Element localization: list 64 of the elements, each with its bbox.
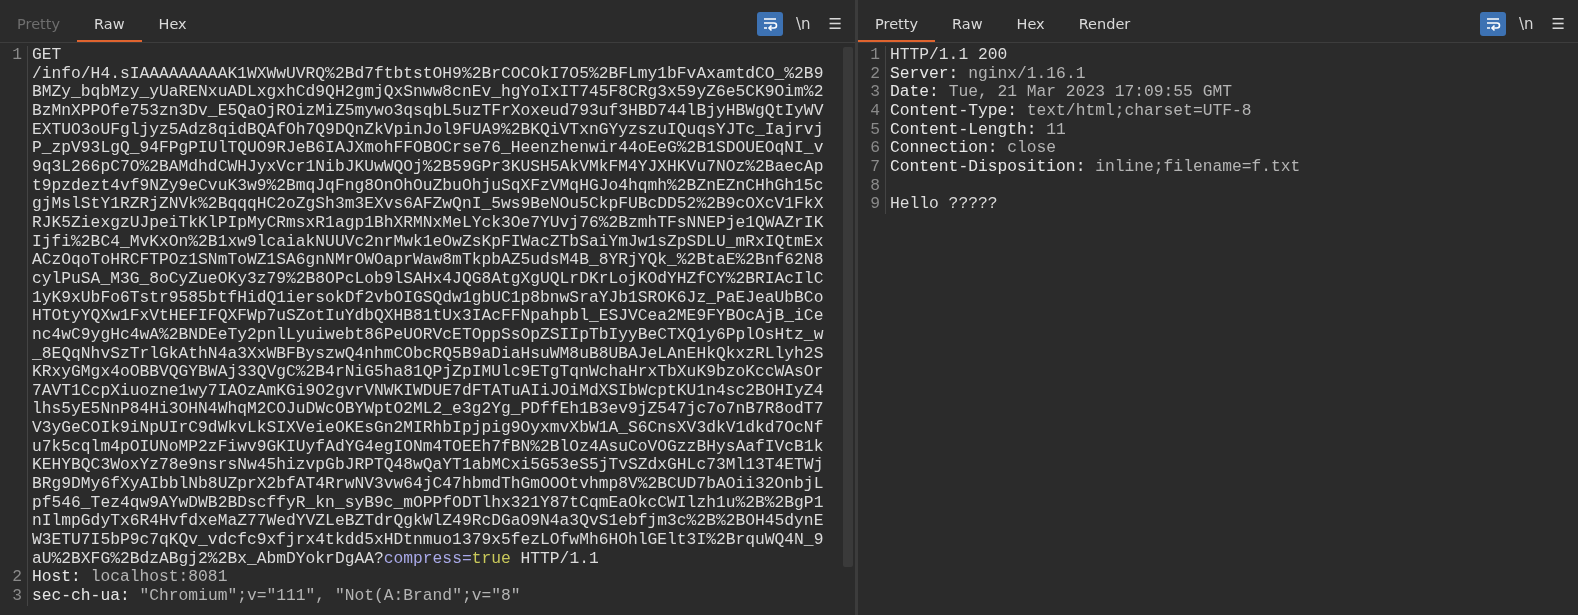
line-number: 6 (869, 139, 880, 158)
wrap-lines-button[interactable] (757, 12, 783, 36)
code-line: HTOtyYQXw1FxVtHEFIFQXFWp7uSZotIuYdbQXHB81tUx3IAcFFNpahpbl_ESJVCea2ME9FYBOcAjB_iCe (32, 307, 824, 326)
toolbar-button[interactable]: \n (1514, 12, 1539, 36)
code-line: BzMnXPPOfe753zn3Dv_E5QaOjROizMiZ5mywo3qsqbL5uzTFrXoxeud793uf3HBD744lBjyHBWgQtIyWV (32, 101, 824, 121)
code-line: HTTP/1.1 200 (890, 46, 1008, 65)
code-line: Hello ????? (890, 195, 998, 214)
line-number: 9 (869, 195, 880, 214)
code-line: _8EQqNhvSzTrlGkAthN4a3XxWBFByszwQ4nhmCObcRQ5B9aDiaHsuWM8uB8UBAJeLAnEHkQkxzRLlyh2S (32, 344, 824, 364)
line-number: 4 (869, 101, 880, 121)
code-line: ACzOqoToHRCFTPOz1SNmToWZ1SA6gnNMrOWOaprWaw8mTkpbAZ5udsM4B_8YRjYQk_%2BtaE%2Bnf62N8 (32, 251, 824, 270)
code-line: Content-Length: 11 (890, 120, 1066, 140)
line-number: 3 (869, 83, 880, 102)
wrap-lines-button[interactable] (1480, 12, 1506, 36)
line-number: 7 (869, 157, 880, 177)
code-line: cylPuSA_M3G_8oCyZueOKy3z79%2B8OPcLob9lSAHx4JQG8AtgXgUQLrDKrLojKOdYHZfCY%2BRIAcIlC (32, 269, 824, 289)
code-line: nIlmpGdyTx6R4HvfdxeMaZ77WedYVZLeBZTdrQgkWlZ49RcDGaO9N4a3QvS1ebfjm3c%2B%2BOH45dynE (32, 512, 824, 532)
tab[interactable]: Render (1061, 10, 1148, 42)
toolbar-button[interactable]: \n (791, 12, 816, 36)
code-line: nc4wC9ygHc4wA%2BNDEeTy2pnlLyuiwebt86PeUORVcETOppSsOpZSIIpTbIyyBeCTXQ1y6PplOsHtz_w (32, 325, 824, 345)
code-line: pf546_Tez4qw9AYwDWB2BDscffyR_kn_syB9c_mOPPfODTlhx321Y87tCqmEaOkcCWIlzh1u%2B%2BgP1 (32, 493, 824, 513)
tab[interactable]: Raw (77, 10, 142, 42)
code-line: Server: nginx/1.16.1 (890, 64, 1086, 84)
wrap-lines-icon (1485, 16, 1501, 32)
code-line: aU%2BXFG%2BdzABgj2%2Bx_AbmDYokrDgAA?compress=true HTTP/1.1 (32, 549, 600, 569)
code-line: KRxyGMgx4oOBBVQGYBWAj33QVgC%2B4rNiG5ha81QPjZpIMUlc9ETgTqnWchaHrxTbXuK9bzoKccWAsOr (32, 363, 824, 382)
code-line: 9q3L266pC7O%2BAMdhdCWHJyxVcr1NibJKUwWQOj%2B59GPr3KUSH5AkVMkFM4YJXHKVu7NOz%2BaecAp (32, 157, 824, 177)
code-line: u7k5cqlm4pOIUNoMP2zFiwv9GKIUyfAdYG4egIONm4TOEEh7fBN%2BlOz4AsuCoVOGzzBHysAafIVcB1k (32, 437, 824, 457)
code-line: sec-ch-ua: "Chromium";v="111", "Not(A:Brand";v="8" (32, 587, 521, 606)
code-line: Ijfi%2BC4_MvKxOn%2B1xw9lcaiakNUUVc2nrMwk1eOwZsKpFIWacZTbSaiYmJw1sZpSDLU_mRxIQtmEx (32, 232, 824, 252)
code-line: V3yGeCOIk9iNpUIrC9dWkvLkSIXVeieOKEsGn2MIRhbIpjpig9OyxmvXbW1A_S6CnsXV3dkV1dkd7OcNf (32, 419, 824, 438)
line-number: 1 (869, 46, 880, 65)
code-line: Host: localhost:8081 (32, 568, 228, 588)
line-number: 1 (11, 46, 22, 65)
tab[interactable]: Hex (999, 10, 1062, 42)
line-number: 5 (869, 120, 880, 140)
line-number: 3 (11, 587, 22, 606)
code-line: Date: Tue, 21 Mar 2023 17:09:55 GMT (890, 83, 1232, 102)
tab[interactable]: Pretty (858, 10, 935, 42)
tab[interactable]: Raw (935, 10, 1000, 42)
code-line: GET (32, 46, 63, 65)
tab[interactable]: Hex (141, 10, 204, 42)
code-line: BMZy_bqbMzy_yUaRENxuADLxgxhCd9QH2gmjQxSnww8cnEv_hgYoIxIT745F8CRg3x59yZ6e5CK9Oim%2 (32, 83, 824, 102)
code-line: P_zpV93LgQ_94FPgPIUlTQUO9RJeB6IAJXmohFFOBOCrse76_Heenzhenwir44oEeG%2B1SDOUEOqNI_v (32, 139, 824, 158)
wrap-lines-icon (762, 16, 778, 32)
code-line: BRg9DMy6fXyAIbblNb8UZprX2bfAT4RrwNV3vw64jC47hbmdThGmOOOtvhmp8V%2BCUD7bAOii32OnbjL (32, 475, 824, 494)
code-line: W3ETU7I5bP9c7qKQv_vdcfc9xfjrx4tkdd5xHDtnmuo1379x5fezLOfwMh6HOhlGElt3I%2BrquWQ4N_9 (32, 531, 824, 550)
code-line: 1yK9xUbFo6Tstr9585btfHidQ1iersokDf2vbOIGSQdw1gbUC1p8bnwSraYJb1SROK6Jz_PaEJeaUbBCo (32, 288, 824, 308)
code-line: KEHYBQC3WoxYz78e9nsrsNw45hizvpGbJRPTQ48wQaYT1abMCxi5G53eS5jTvSZdxGHLc73Ml13T4ETWj (32, 456, 824, 476)
line-number: 2 (11, 568, 22, 588)
code-line: lhs5yE5NnP84Hi3OHN4WhqM2COJuDWcOBYWptO2ML2_e3g2Yg_PDffEh1B3ev9jZ547jc7o7nB7R8odT7 (32, 400, 824, 420)
code-line: 7AVT1CcpXiuozne1wy7IAOzAmKGi9O2gvrVNWKIWDUE7dFTATuAIiJOiMdXSIbWcptKU1n4sc2BOHIyZ4 (32, 381, 824, 401)
line-number: 2 (869, 64, 880, 84)
toolbar-button[interactable]: ☰ (823, 12, 847, 36)
code-line: gjMslStY1RZRjZNVk%2BqqqHC2oZgSh3m3EXvs6AFZwQnI_5ws9BeNOu5CkpFUBcDD52%2B9cOXcV1FkX (32, 195, 824, 214)
line-number: 8 (869, 176, 880, 196)
toolbar-button[interactable]: ☰ (1546, 12, 1570, 36)
code-line: /info/H4.sIAAAAAAAAAK1WXWwUVRQ%2Bd7ftbtstOH9%2BrCOCOkI7O5%2BFLmy1bFvAxamtdCO_%2B9 (32, 64, 824, 84)
code-line: EXTUO3oUFgljyz5Adz8qidBQAfOh7Q9DQnZkVpinJol9FUA9%2BKQiVTxnGYyzszuIQuqsYJTc_Iajrvj (32, 120, 824, 140)
code-line: t9pzdezt4vf9NZy9eCvuK3w9%2BmqJqFng8OnOhOuZbuOhjuSqXFzVMqHGJo4hqmh%2BZnEZnCHhGh15c (32, 176, 824, 196)
code-line: RJK5ZiexgzUJpeiTkKlPIpMyCRmsxR1agp1BhXRMNxMeLYck3Oe7YUvj76%2BzmhTFsNNEPje1QWAZrIK (32, 213, 824, 233)
code-line: Content-Disposition: inline;filename=f.txt (890, 157, 1301, 177)
code-line: Content-Type: text/html;charset=UTF-8 (890, 101, 1252, 121)
code-line: Connection: close (890, 139, 1057, 158)
